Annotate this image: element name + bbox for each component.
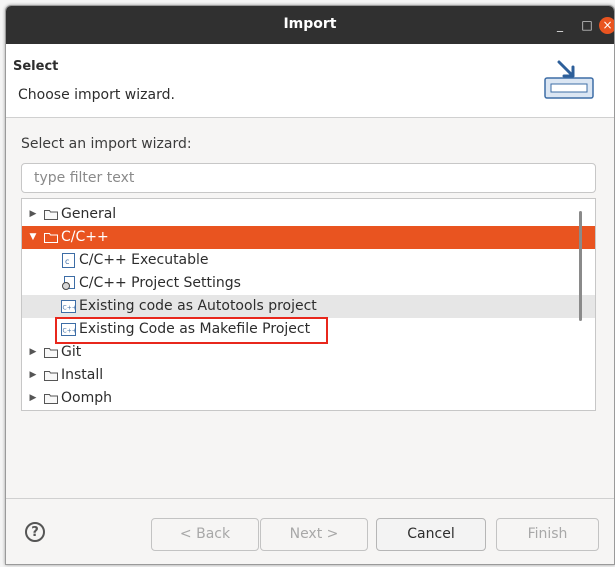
back-button[interactable]: < Back: [151, 518, 259, 551]
tree-item-label: Oomph: [61, 390, 112, 406]
folder-open-icon: [44, 233, 58, 243]
tree-item-label: C/C++ Executable: [79, 252, 209, 268]
collapse-arrow-icon[interactable]: ▼: [28, 226, 38, 249]
cancel-button[interactable]: Cancel: [376, 518, 486, 551]
tree-item-label: C/C++: [61, 229, 109, 245]
filter-input[interactable]: [21, 163, 596, 193]
folder-icon: [44, 348, 58, 358]
tree-item-general[interactable]: ▶ General: [22, 203, 595, 226]
minimize-icon[interactable]: _: [552, 17, 568, 33]
tree-item-label: Existing code as Autotools project: [79, 298, 317, 314]
expand-arrow-icon[interactable]: ▶: [28, 364, 38, 387]
tree-scrollbar[interactable]: [579, 211, 582, 321]
import-dialog: Import _ □ × Select Choose import wizard…: [5, 5, 615, 565]
tree-item-label: C/C++ Project Settings: [79, 275, 241, 291]
title-bar[interactable]: Import _ □ ×: [6, 6, 614, 44]
dialog-title: Import: [283, 16, 337, 32]
tree-item-cpp-executable[interactable]: c C/C++ Executable: [22, 249, 595, 272]
tree-item-git[interactable]: ▶ Git: [22, 341, 595, 364]
svg-text:c: c: [65, 257, 69, 266]
annotation-highlight-box: [55, 317, 328, 344]
tree-item-label: General: [61, 206, 117, 222]
maximize-icon[interactable]: □: [579, 17, 595, 33]
finish-button[interactable]: Finish: [496, 518, 599, 551]
folder-icon: [44, 371, 58, 381]
wizard-prompt: Select an import wizard:: [21, 136, 192, 152]
import-wizard-icon: [544, 60, 594, 99]
folder-icon: [44, 210, 58, 220]
settings-file-icon: [62, 276, 75, 290]
close-icon[interactable]: ×: [599, 17, 614, 34]
tree-item-oomph[interactable]: ▶ Oomph: [22, 387, 595, 410]
help-icon[interactable]: ?: [25, 522, 45, 542]
svg-text:C++: C++: [63, 305, 77, 312]
tree-item-autotools-project[interactable]: C++ Existing code as Autotools project: [22, 295, 595, 318]
wizard-tree[interactable]: ▶ General ▼ C/C++ c C/C++ Executable C/C…: [21, 198, 596, 411]
wizard-header: Select Choose import wizard.: [6, 44, 614, 118]
c-file-icon: c: [62, 253, 75, 268]
expand-arrow-icon[interactable]: ▶: [28, 387, 38, 410]
expand-arrow-icon[interactable]: ▶: [28, 341, 38, 364]
folder-icon: [44, 394, 58, 404]
cpp-file-icon: C++: [61, 300, 77, 313]
tree-item-label: Install: [61, 367, 104, 383]
tree-item-label: Git: [61, 344, 82, 360]
tree-item-cpp[interactable]: ▼ C/C++: [22, 226, 595, 249]
footer-divider: [6, 498, 614, 499]
tree-item-install[interactable]: ▶ Install: [22, 364, 595, 387]
next-button[interactable]: Next >: [260, 518, 368, 551]
tree-item-cpp-project-settings[interactable]: C/C++ Project Settings: [22, 272, 595, 295]
page-description: Choose import wizard.: [18, 87, 175, 103]
page-title: Select: [13, 59, 59, 74]
expand-arrow-icon[interactable]: ▶: [28, 203, 38, 226]
